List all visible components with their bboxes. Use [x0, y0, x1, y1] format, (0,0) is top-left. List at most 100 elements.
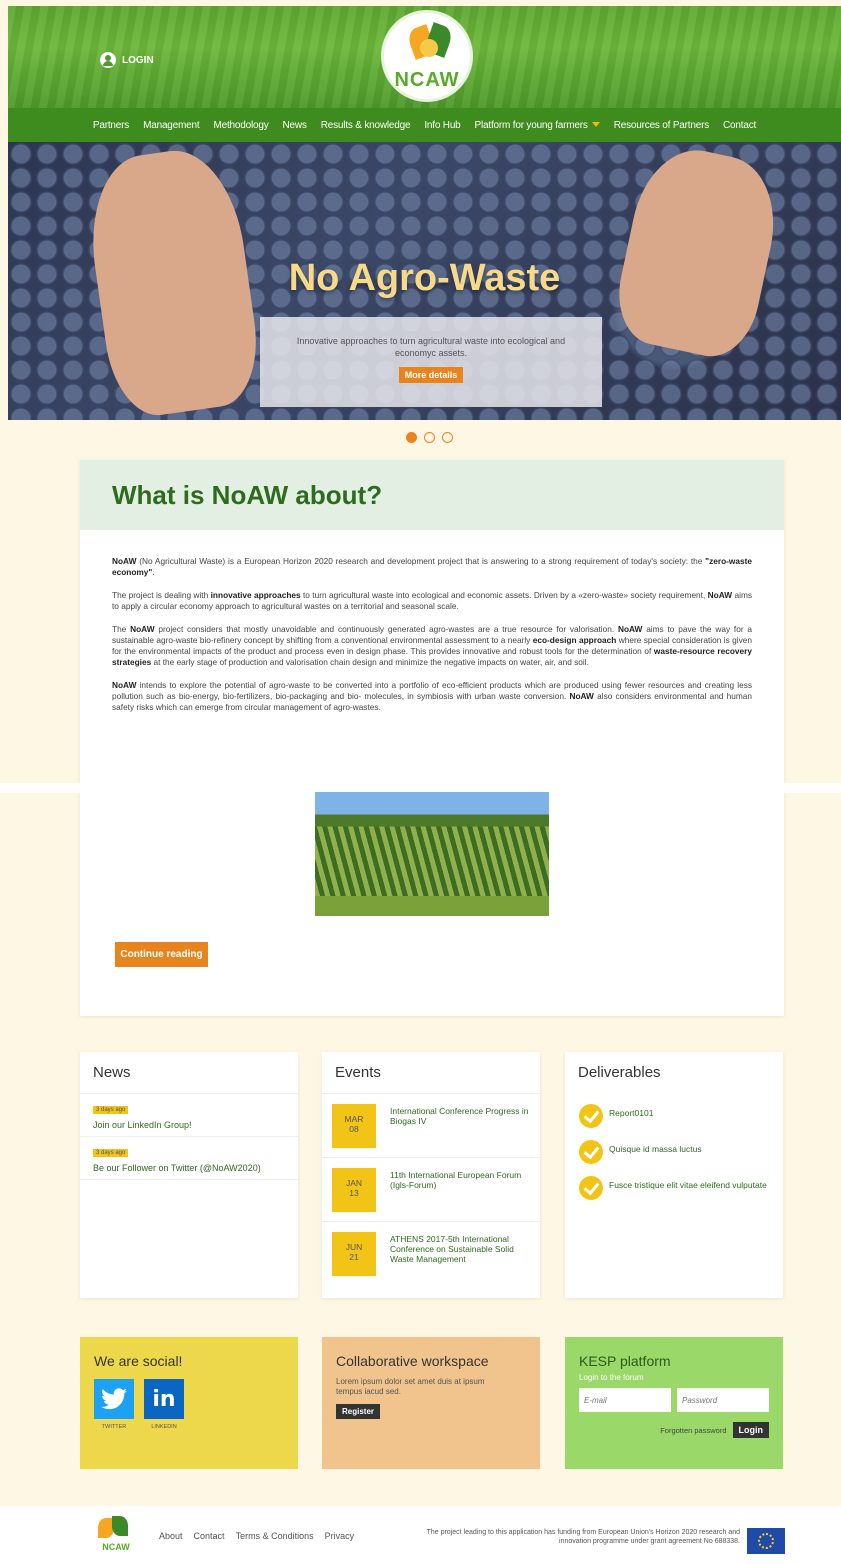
- nav-item-contact[interactable]: Contact: [723, 120, 756, 131]
- news-date-badge: 3 days ago: [93, 1149, 129, 1157]
- about-paragraph-3: The NoAW project considers that mostly u…: [112, 624, 752, 667]
- check-icon: [579, 1176, 603, 1200]
- events-card: Events MAR 08 International Conference Pr…: [322, 1052, 540, 1298]
- news-item[interactable]: 3 days ago Be our Follower on Twitter (@…: [80, 1137, 298, 1180]
- password-field[interactable]: [677, 1388, 769, 1412]
- logo-fruit: [420, 39, 438, 57]
- event-item[interactable]: JUN 21 ATHENS 2017-5th International Conf…: [322, 1222, 540, 1286]
- footer-logo-leaf-green: [112, 1516, 128, 1536]
- login-button[interactable]: Login: [732, 1422, 769, 1438]
- hero-caption-box: Innovative approaches to turn agricultur…: [260, 317, 602, 407]
- hero-slider: No Agro-Waste Innovative approaches to t…: [8, 142, 841, 420]
- deliverables-card: Deliverables Report0101 Quisque id massa…: [565, 1052, 783, 1298]
- chevron-down-icon: [591, 122, 600, 128]
- nav-item-news[interactable]: News: [283, 120, 307, 131]
- deliverable-item[interactable]: Quisque id massa luctus: [565, 1138, 783, 1166]
- more-details-button[interactable]: More details: [398, 367, 464, 383]
- user-icon: [100, 52, 116, 68]
- news-item-title[interactable]: Join our LinkedIn Group!: [93, 1120, 285, 1130]
- footer-link-about[interactable]: About: [159, 1531, 183, 1541]
- about-paragraph-2: The project is dealing with innovative a…: [112, 590, 753, 611]
- twitter-link[interactable]: TWITTER: [94, 1379, 134, 1430]
- about-paragraph-4: NoAW intends to explore the potential of…: [112, 680, 752, 712]
- event-item[interactable]: MAR 08 International Conference Progress …: [322, 1094, 540, 1158]
- kesp-title: KESP platform: [579, 1353, 671, 1369]
- event-date: JAN 13: [332, 1168, 376, 1212]
- social-icons: TWITTER in LINKEDIN: [80, 1377, 298, 1432]
- deliverable-item[interactable]: Report0101: [565, 1102, 783, 1130]
- nav-item-management[interactable]: Management: [143, 120, 200, 131]
- funding-note: The project leading to this application …: [426, 1529, 740, 1545]
- deliverable-title[interactable]: Fusce tristique elit vitae eleifend vulp…: [609, 1176, 767, 1190]
- site-header: LOGIN NCAW: [8, 6, 841, 108]
- footer-links: About Contact Terms & Conditions Privacy: [159, 1531, 354, 1541]
- site-footer: NCAW About Contact Terms & Conditions Pr…: [0, 1506, 841, 1564]
- events-title: Events: [322, 1052, 540, 1094]
- nav-item-results[interactable]: Results & knowledge: [321, 120, 411, 131]
- slider-dot-2[interactable]: [424, 432, 435, 443]
- main-nav: Partners Management Methodology News Res…: [8, 108, 841, 142]
- deliverable-item[interactable]: Fusce tristique elit vitae eleifend vulp…: [565, 1174, 783, 1202]
- check-icon: [579, 1140, 603, 1164]
- news-item-title[interactable]: Be our Follower on Twitter (@NoAW2020): [93, 1163, 285, 1173]
- twitter-icon: [94, 1379, 134, 1419]
- continue-reading-button[interactable]: Continue reading: [115, 942, 208, 967]
- slider-dot-1[interactable]: [406, 432, 417, 443]
- check-icon: [579, 1104, 603, 1128]
- kesp-actions: Forgotten password Login: [565, 1418, 783, 1442]
- collab-text: Lorem ipsum dolor set amet duis at ipsum…: [336, 1377, 485, 1396]
- register-button[interactable]: Register: [336, 1404, 381, 1419]
- event-title[interactable]: ATHENS 2017-5th International Conference…: [390, 1232, 530, 1276]
- slider-dot-3[interactable]: [442, 432, 453, 443]
- about-paragraph-1: NoAW (No Agricultural Waste) is a Europe…: [112, 556, 752, 577]
- login-link[interactable]: LOGIN: [100, 52, 154, 68]
- deliverables-title: Deliverables: [578, 1064, 661, 1081]
- forgot-password-link[interactable]: Forgotten password: [660, 1426, 726, 1435]
- kesp-login-label: Login to the forum: [579, 1373, 644, 1382]
- site-logo[interactable]: NCAW: [381, 10, 473, 102]
- slider-dots: [406, 432, 453, 443]
- news-item[interactable]: 3 days ago Join our LinkedIn Group!: [80, 1094, 298, 1137]
- event-title[interactable]: International Conference Progress in Bio…: [390, 1104, 530, 1147]
- nav-item-partners[interactable]: Partners: [93, 120, 129, 131]
- eu-stars-ring: [758, 1533, 774, 1549]
- event-title[interactable]: 11th International European Forum (Igls-…: [390, 1168, 530, 1211]
- news-date-badge: 3 days ago: [93, 1106, 129, 1114]
- email-field[interactable]: [579, 1388, 671, 1412]
- event-date: JUN 21: [332, 1232, 376, 1276]
- collab-box: Collaborative workspace Lorem ipsum dolo…: [322, 1337, 540, 1469]
- linkedin-label: LINKEDIN: [151, 1424, 177, 1430]
- eu-flag-icon: [747, 1528, 785, 1554]
- deliverable-title[interactable]: Report0101: [609, 1104, 653, 1118]
- nav-item-platform[interactable]: Platform for young farmers: [475, 120, 600, 131]
- logo-wordmark: NCAW: [394, 69, 460, 91]
- hero-text: Innovative approaches to turn agricultur…: [296, 336, 566, 358]
- news-title: News: [80, 1052, 298, 1094]
- nav-item-methodology[interactable]: Methodology: [213, 120, 268, 131]
- login-label: LOGIN: [122, 54, 154, 66]
- news-card: News 3 days ago Join our LinkedIn Group!…: [80, 1052, 298, 1298]
- social-box: We are social! TWITTER in LINKEDIN: [80, 1337, 298, 1469]
- nav-item-resources[interactable]: Resources of Partners: [614, 120, 709, 131]
- footer-link-contact[interactable]: Contact: [194, 1531, 225, 1541]
- social-title: We are social!: [94, 1353, 183, 1369]
- vineyard-image: [315, 792, 549, 916]
- about-card: What is NoAW about? NoAW (No Agricultura…: [80, 460, 784, 1016]
- nav-item-platform-label: Platform for young farmers: [474, 119, 588, 131]
- kesp-box: KESP platform Login to the forum Forgott…: [565, 1337, 783, 1469]
- event-item[interactable]: JAN 13 11th International European Forum …: [322, 1158, 540, 1222]
- footer-link-privacy[interactable]: Privacy: [325, 1531, 355, 1541]
- deliverable-title[interactable]: Quisque id massa luctus: [609, 1140, 702, 1154]
- nav-item-info-hub[interactable]: Info Hub: [424, 120, 460, 131]
- about-title: What is NoAW about?: [112, 480, 383, 510]
- twitter-label: TWITTER: [101, 1424, 127, 1430]
- hero-title: No Agro-Waste: [288, 257, 561, 299]
- footer-logo[interactable]: NCAW: [94, 1514, 138, 1554]
- linkedin-link[interactable]: in LINKEDIN: [144, 1379, 184, 1430]
- footer-link-terms[interactable]: Terms & Conditions: [236, 1531, 314, 1541]
- collab-title: Collaborative workspace: [336, 1353, 489, 1369]
- footer-logo-wordmark: NCAW: [102, 1542, 130, 1552]
- event-date: MAR 08: [332, 1104, 376, 1148]
- about-body: NoAW (No Agricultural Waste) is a Europe…: [80, 530, 784, 713]
- about-header: What is NoAW about?: [80, 460, 784, 530]
